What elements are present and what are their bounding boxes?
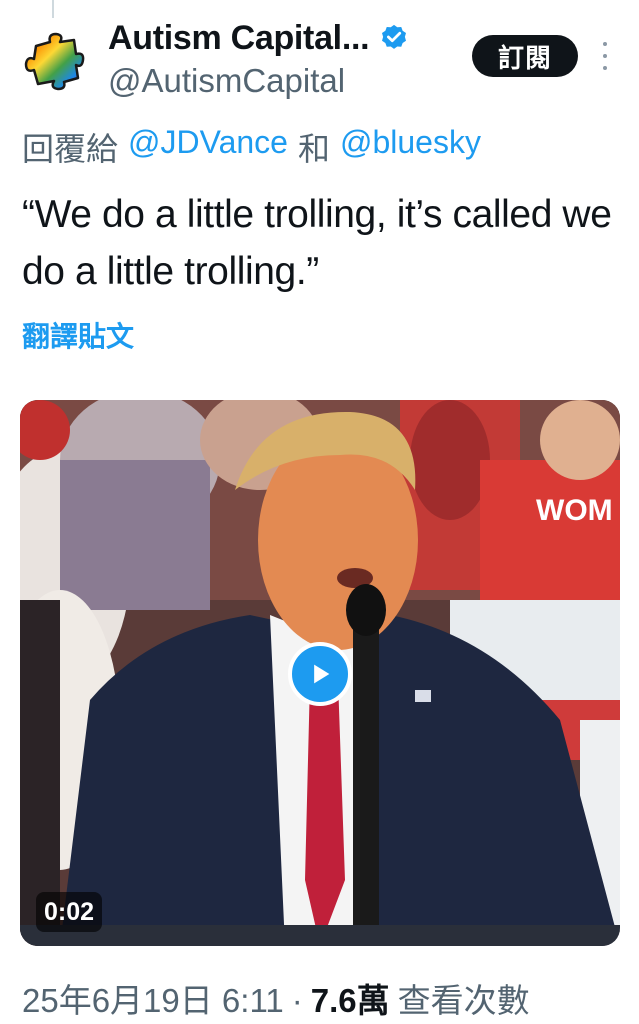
play-icon [314, 664, 330, 684]
avatar[interactable] [22, 28, 86, 92]
video-duration-badge: 0:02 [36, 892, 103, 932]
reply-prefix: 回覆給 [22, 131, 119, 167]
display-name[interactable]: Autism Capital... [108, 19, 370, 58]
subscribe-button[interactable]: 訂閱 [472, 35, 578, 77]
timestamp[interactable]: 25年6月19日 6:11 [22, 974, 284, 1022]
tweet-detail: Autism Capital... @AutismCapital 訂閱 回覆給 … [0, 0, 639, 1024]
thread-connector-line [52, 0, 54, 18]
author-name-row[interactable]: Autism Capital... [108, 16, 409, 60]
rainbow-puzzle-piece-icon [24, 32, 85, 91]
views-count: 7.6萬 [310, 982, 390, 1019]
tweet-text: “We do a little trolling, it’s called we… [22, 193, 612, 293]
verified-badge-icon [382, 24, 407, 49]
author-handle[interactable]: @AutismCapital [108, 62, 345, 100]
meta-separator: · [291, 982, 303, 1019]
translate-post-link[interactable]: 翻譯貼文 [22, 315, 134, 355]
reply-joiner: 和 [297, 131, 330, 167]
mention-jdvance[interactable]: @JDVance [128, 124, 288, 170]
views-label: 查看次數 [397, 982, 530, 1019]
more-vertical-icon[interactable] [598, 42, 612, 70]
video-player[interactable]: WOM 0:02 [20, 400, 620, 946]
sign-text: WOM [536, 494, 613, 527]
tweet-meta: 25年6月19日 6:11 · 7.6萬 查看次數 [22, 974, 530, 1022]
play-button[interactable] [288, 642, 352, 706]
replying-to: 回覆給 @JDVance 和 @bluesky [22, 124, 481, 170]
mention-bluesky[interactable]: @bluesky [340, 124, 481, 170]
